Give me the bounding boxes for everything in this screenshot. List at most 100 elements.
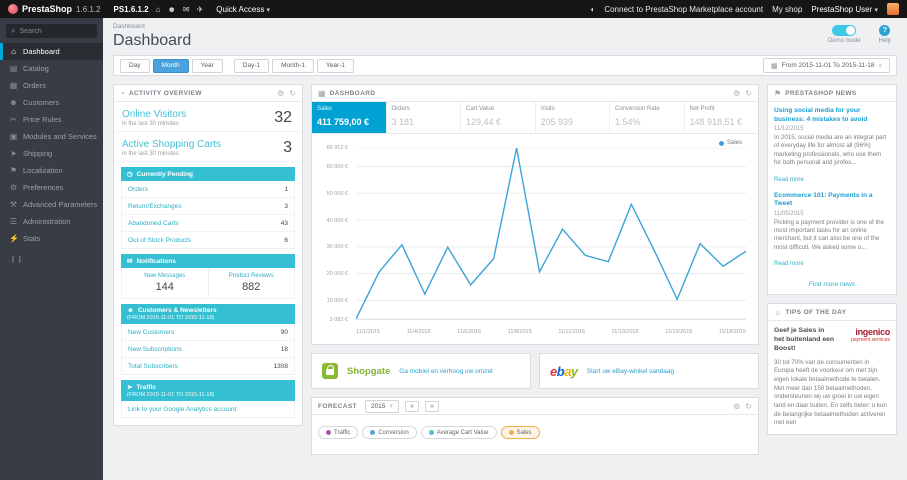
- forecast-chip[interactable]: Traffic: [318, 426, 359, 439]
- kpi-label: Conversion Rate: [615, 106, 660, 112]
- abandoned-carts-link[interactable]: Abandoned Carts: [128, 220, 179, 227]
- launch-icon[interactable]: ✈: [197, 5, 204, 14]
- forecast-prev-button[interactable]: «: [404, 400, 419, 412]
- sidebar: ⌕ ⌂ Dashboard ▤ Catalog ▦ Orders ☻ Custo…: [0, 18, 103, 480]
- forecast-chip[interactable]: Conversion: [362, 426, 417, 439]
- user-avatar[interactable]: [887, 3, 899, 15]
- customers-row-total-subscribers: Total Subscribers 1308: [122, 358, 294, 374]
- date-range-picker[interactable]: ▦ From 2015-11-01 To 2015-11-18 ▾: [762, 58, 890, 73]
- gear-icon[interactable]: ⚙: [733, 402, 740, 411]
- forecast-chip[interactable]: Average Cart Value: [420, 426, 497, 439]
- user-menu[interactable]: PrestaShop User ▾: [811, 5, 878, 14]
- new-messages-cell[interactable]: New Messages 144: [122, 268, 208, 298]
- total-subscribers-link[interactable]: Total Subscribers: [128, 363, 178, 370]
- store-icon[interactable]: ⌂: [156, 5, 161, 14]
- sidebar-item-preferences[interactable]: ⚙ Preferences: [0, 179, 103, 196]
- gear-icon[interactable]: ⚙: [277, 89, 284, 98]
- customers-row-subscriptions: New Subscriptions 18: [122, 341, 294, 358]
- sidebar-item-advanced-parameters[interactable]: ⚒ Advanced Parameters: [0, 196, 103, 213]
- preferences-icon: ⚙: [9, 183, 18, 192]
- activity-icon: ◔: [120, 88, 125, 98]
- online-visitors-value: 32: [274, 109, 292, 126]
- pending-returns-link[interactable]: Return/Exchanges: [128, 203, 181, 210]
- legend-dot-icon: [326, 430, 331, 435]
- read-more-link[interactable]: Read more: [774, 177, 804, 183]
- news-icon: ⚑: [774, 88, 782, 98]
- refresh-icon[interactable]: ↻: [745, 402, 752, 411]
- active-carts-sub: in the last 30 minutes: [122, 151, 179, 157]
- mail-icon[interactable]: ✉: [183, 5, 190, 14]
- period-day-1-button[interactable]: Day-1: [233, 58, 270, 73]
- sidebar-item-shipping[interactable]: ➤ Shipping: [0, 145, 103, 162]
- kpi-net-profit[interactable]: Net Profit 148 918,51 €: [685, 102, 759, 133]
- sidebar-item-catalog[interactable]: ▤ Catalog: [0, 60, 103, 77]
- news-article-excerpt: In 2015, social media are an integral pa…: [774, 134, 887, 167]
- new-customers-link[interactable]: New Customers: [128, 329, 174, 336]
- search-input[interactable]: [19, 27, 90, 35]
- y-tick-label: 30 000 €: [326, 244, 348, 251]
- read-more-link[interactable]: Read more: [774, 261, 804, 267]
- person-icon[interactable]: ☻: [167, 5, 175, 14]
- forecast-year-select[interactable]: 2015 ▾: [364, 399, 399, 413]
- sales-chart: Sales 66 912 € 60 000 € 50 000 € 40 000 € 30…: [318, 140, 752, 340]
- news-article-title[interactable]: Ecommerce 101: Payments in a Tweet: [774, 192, 890, 209]
- new-subscriptions-link[interactable]: New Subscriptions: [128, 346, 182, 353]
- kpi-orders[interactable]: Orders 3 181: [387, 102, 461, 133]
- out-of-stock-link[interactable]: Out of Stock Products: [128, 237, 191, 244]
- kpi-cart-value[interactable]: Cart Value 129,44 €: [461, 102, 536, 133]
- sidebar-item-label: Shipping: [23, 149, 53, 158]
- refresh-icon[interactable]: ↻: [289, 89, 296, 98]
- collapse-menu-button[interactable]: ❙❙: [0, 247, 103, 271]
- my-shop-link[interactable]: My shop: [772, 5, 802, 14]
- sidebar-item-modules[interactable]: ▣ Modules and Services: [0, 128, 103, 145]
- administration-icon: ☰: [9, 217, 18, 226]
- sidebar-item-orders[interactable]: ▦ Orders: [0, 77, 103, 94]
- sidebar-item-dashboard[interactable]: ⌂ Dashboard: [0, 43, 103, 60]
- demo-mode-toggle[interactable]: [832, 25, 857, 36]
- new-customers-value: 90: [280, 328, 288, 336]
- forecast-chip[interactable]: Sales: [500, 426, 540, 439]
- period-year-button[interactable]: Year: [191, 58, 223, 73]
- period-month-button[interactable]: Month: [152, 58, 189, 73]
- gear-icon[interactable]: ⚙: [733, 89, 740, 98]
- kpi-value: 3 181: [391, 117, 415, 127]
- active-carts-value: 3: [283, 139, 292, 156]
- sidebar-item-localization[interactable]: ⚑ Localization: [0, 162, 103, 179]
- refresh-icon[interactable]: ↻: [745, 89, 752, 98]
- period-day-button[interactable]: Day: [120, 58, 150, 73]
- sidebar-item-stats[interactable]: ⚡ Stats: [0, 230, 103, 247]
- google-analytics-link[interactable]: Link to your Google Analytics account: [128, 406, 236, 413]
- sidebar-item-price-rules[interactable]: ✂ Price Rules: [0, 111, 103, 128]
- forecast-chip-label: Average Cart Value: [436, 429, 489, 436]
- theme-icon[interactable]: ◐: [590, 5, 595, 14]
- sidebar-item-administration[interactable]: ☰ Administration: [0, 213, 103, 230]
- legend-dot-icon: [718, 140, 724, 146]
- kpi-value: 129,44 €: [466, 117, 502, 127]
- kpi-conversion-rate[interactable]: Conversion Rate 1.54%: [610, 102, 685, 133]
- product-reviews-cell[interactable]: Product Reviews 882: [207, 268, 295, 298]
- product-reviews-label: Product Reviews: [228, 273, 274, 279]
- prestashop-logo[interactable]: PrestaShop 1.6.1.2: [8, 4, 100, 14]
- activity-overview-panel: ◔ ACTIVITY OVERVIEW ⚙ ↻ Online Visitors …: [113, 84, 303, 426]
- sidebar-item-customers[interactable]: ☻ Customers: [0, 94, 103, 111]
- demo-mode-label: Demo mode: [827, 38, 861, 44]
- find-more-news-link[interactable]: Find more news: [768, 278, 896, 294]
- news-article-title[interactable]: Using social media for your business: 4 …: [774, 107, 890, 124]
- x-tick-label: 11/6/2015: [457, 329, 482, 335]
- kpi-label: Sales: [317, 106, 333, 112]
- demo-mode-control: Demo mode: [828, 25, 861, 44]
- page-title: Dashboard: [113, 32, 192, 49]
- sidebar-item-label: Localization: [23, 166, 63, 175]
- price-rules-icon: ✂: [10, 115, 17, 124]
- forecast-next-button[interactable]: »: [424, 400, 439, 412]
- marketplace-link[interactable]: Connect to PrestaShop Marketplace accoun…: [604, 5, 763, 14]
- quick-access-menu[interactable]: Quick Access ▾: [216, 5, 270, 14]
- kpi-sales[interactable]: Sales 411 759,00 €: [312, 102, 387, 133]
- pending-orders-link[interactable]: Orders: [128, 186, 148, 193]
- ebay-link[interactable]: Start uw eBay-winkel vandaag: [587, 368, 674, 375]
- kpi-visits[interactable]: Visits 205 939: [536, 102, 610, 133]
- period-month-1-button[interactable]: Month-1: [272, 58, 314, 73]
- help-icon[interactable]: ?: [879, 25, 891, 36]
- period-year-1-button[interactable]: Year-1: [316, 58, 354, 73]
- shopgate-link[interactable]: Ga mobiel en verhoog uw omzet: [399, 368, 493, 375]
